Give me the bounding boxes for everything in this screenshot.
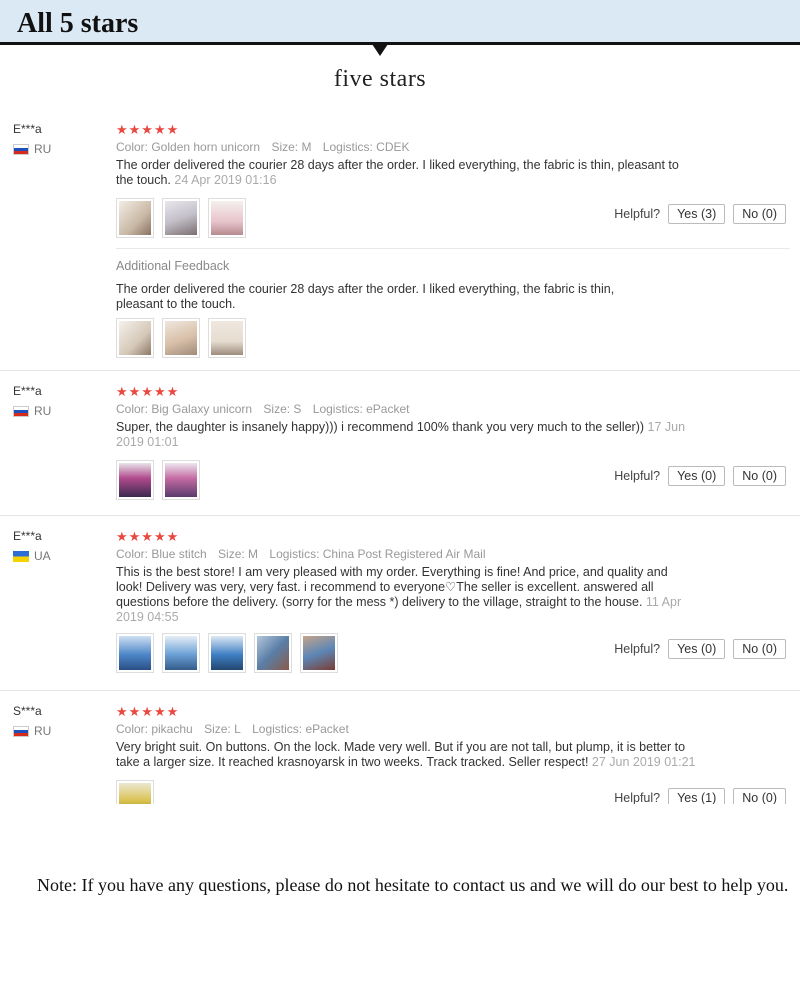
reviewer-country: RU: [13, 724, 51, 738]
helpful-votes: Helpful? Yes (1) No (0): [614, 788, 786, 804]
helpful-label: Helpful?: [614, 791, 661, 804]
russia-flag-icon: [13, 725, 29, 737]
review-meta: Color: Golden horn unicorn Size: M Logis…: [116, 140, 418, 154]
review-photo[interactable]: [116, 318, 154, 358]
additional-feedback-label: Additional Feedback: [116, 259, 230, 273]
additional-feedback-text: The order delivered the courier 28 days …: [116, 282, 615, 311]
reviewer-country: RU: [13, 142, 51, 156]
review-date-cont: 2019 01:01: [116, 435, 179, 449]
helpful-votes: Helpful? Yes (0) No (0): [614, 466, 786, 486]
review-photo[interactable]: [254, 633, 292, 673]
star-rating: ★★★★★: [116, 529, 180, 544]
review-photo[interactable]: [116, 198, 154, 238]
russia-flag-icon: [13, 405, 29, 417]
page-title: All 5 stars: [17, 8, 139, 39]
helpful-label: Helpful?: [614, 207, 661, 221]
additional-photos: [116, 318, 246, 358]
review-meta: Color: pikachu Size: L Logistics: ePacke…: [116, 722, 357, 736]
review-date: 11 Apr: [645, 595, 682, 609]
review-photo[interactable]: [162, 318, 200, 358]
down-arrow-icon: [372, 44, 388, 56]
color-info: Color: pikachu: [116, 722, 193, 736]
helpful-yes-button[interactable]: Yes (3): [668, 204, 726, 224]
color-info: Color: Big Galaxy unicorn: [116, 402, 253, 416]
review-text: This is the best store! I am very please…: [116, 565, 682, 624]
review-text: Super, the daughter is insanely happy)))…: [116, 420, 686, 449]
helpful-yes-button[interactable]: Yes (0): [668, 639, 726, 659]
review-divider: [0, 690, 800, 691]
helpful-no-button[interactable]: No (0): [733, 788, 786, 804]
section-subtitle: five stars: [333, 66, 427, 92]
size-info: Size: M: [271, 140, 312, 154]
logistics-info: Logistics: ePacket: [312, 402, 410, 416]
review-photo[interactable]: [208, 198, 246, 238]
helpful-no-button[interactable]: No (0): [733, 204, 786, 224]
logistics-info: Logistics: ePacket: [252, 722, 349, 736]
header-banner: All 5 stars: [0, 0, 800, 44]
size-info: Size: S: [263, 402, 302, 416]
star-rating: ★★★★★: [116, 704, 180, 719]
review-text: The order delivered the courier 28 days …: [116, 158, 679, 187]
country-code: RU: [34, 142, 52, 156]
review-date: 24 Apr 2019 01:16: [174, 173, 277, 187]
helpful-label: Helpful?: [614, 642, 661, 656]
review-photo[interactable]: [116, 633, 154, 673]
country-code: RU: [34, 724, 52, 738]
reviewer-country: RU: [13, 404, 51, 418]
additional-divider: [116, 248, 790, 249]
review-date-cont: 2019 04:55: [116, 610, 179, 624]
review-photos: [116, 460, 200, 500]
review-item: E***a RU ★★★★★ Color: Golden horn unicor…: [0, 122, 800, 362]
helpful-label: Helpful?: [614, 469, 661, 483]
logistics-info: Logistics: China Post Registered Air Mai…: [269, 547, 486, 561]
logistics-info: Logistics: CDEK: [322, 140, 410, 154]
review-photo[interactable]: [162, 198, 200, 238]
ukraine-flag-icon: [13, 550, 29, 562]
review-photo[interactable]: [116, 780, 154, 804]
russia-flag-icon: [13, 143, 29, 155]
review-photos: [116, 198, 246, 238]
review-photo[interactable]: [162, 460, 200, 500]
helpful-yes-button[interactable]: Yes (0): [668, 466, 726, 486]
reviewer-name: S***a: [13, 704, 42, 718]
review-meta: Color: Big Galaxy unicorn Size: S Logist…: [116, 402, 417, 416]
color-info: Color: Golden horn unicorn: [116, 140, 261, 154]
review-meta: Color: Blue stitch Size: M Logistics: Ch…: [116, 547, 494, 561]
size-info: Size: M: [218, 547, 259, 561]
helpful-votes: Helpful? Yes (0) No (0): [614, 639, 786, 659]
review-item: E***a UA ★★★★★ Color: Blue stitch Size: …: [0, 529, 800, 679]
star-rating: ★★★★★: [116, 122, 180, 137]
helpful-votes: Helpful? Yes (3) No (0): [614, 204, 786, 224]
review-divider: [0, 515, 800, 516]
reviewer-name: E***a: [13, 384, 42, 398]
review-date: 27 Jun 2019 01:21: [591, 755, 696, 769]
country-code: RU: [34, 404, 52, 418]
star-rating: ★★★★★: [116, 384, 180, 399]
review-photo[interactable]: [162, 633, 200, 673]
review-date: 17 Jun: [647, 420, 686, 434]
helpful-no-button[interactable]: No (0): [733, 466, 786, 486]
country-code: UA: [34, 549, 51, 563]
helpful-no-button[interactable]: No (0): [733, 639, 786, 659]
reviewer-name: E***a: [13, 122, 42, 136]
review-text: Very bright suit. On buttons. On the loc…: [116, 740, 696, 769]
contact-note: Note: If you have any questions, please …: [37, 875, 789, 895]
helpful-yes-button[interactable]: Yes (1): [668, 788, 726, 804]
review-photo[interactable]: [208, 633, 246, 673]
header-divider: [0, 42, 800, 45]
review-item: E***a RU ★★★★★ Color: Big Galaxy unicorn…: [0, 384, 800, 504]
review-divider: [0, 370, 800, 371]
review-photo[interactable]: [208, 318, 246, 358]
reviewer-name: E***a: [13, 529, 42, 543]
review-photos: [116, 780, 154, 804]
reviewer-country: UA: [13, 549, 51, 563]
color-info: Color: Blue stitch: [116, 547, 207, 561]
review-photo[interactable]: [116, 460, 154, 500]
size-info: Size: L: [204, 722, 241, 736]
review-photo[interactable]: [300, 633, 338, 673]
review-photos: [116, 633, 338, 673]
review-item: S***a RU ★★★★★ Color: pikachu Size: L Lo…: [0, 704, 800, 804]
